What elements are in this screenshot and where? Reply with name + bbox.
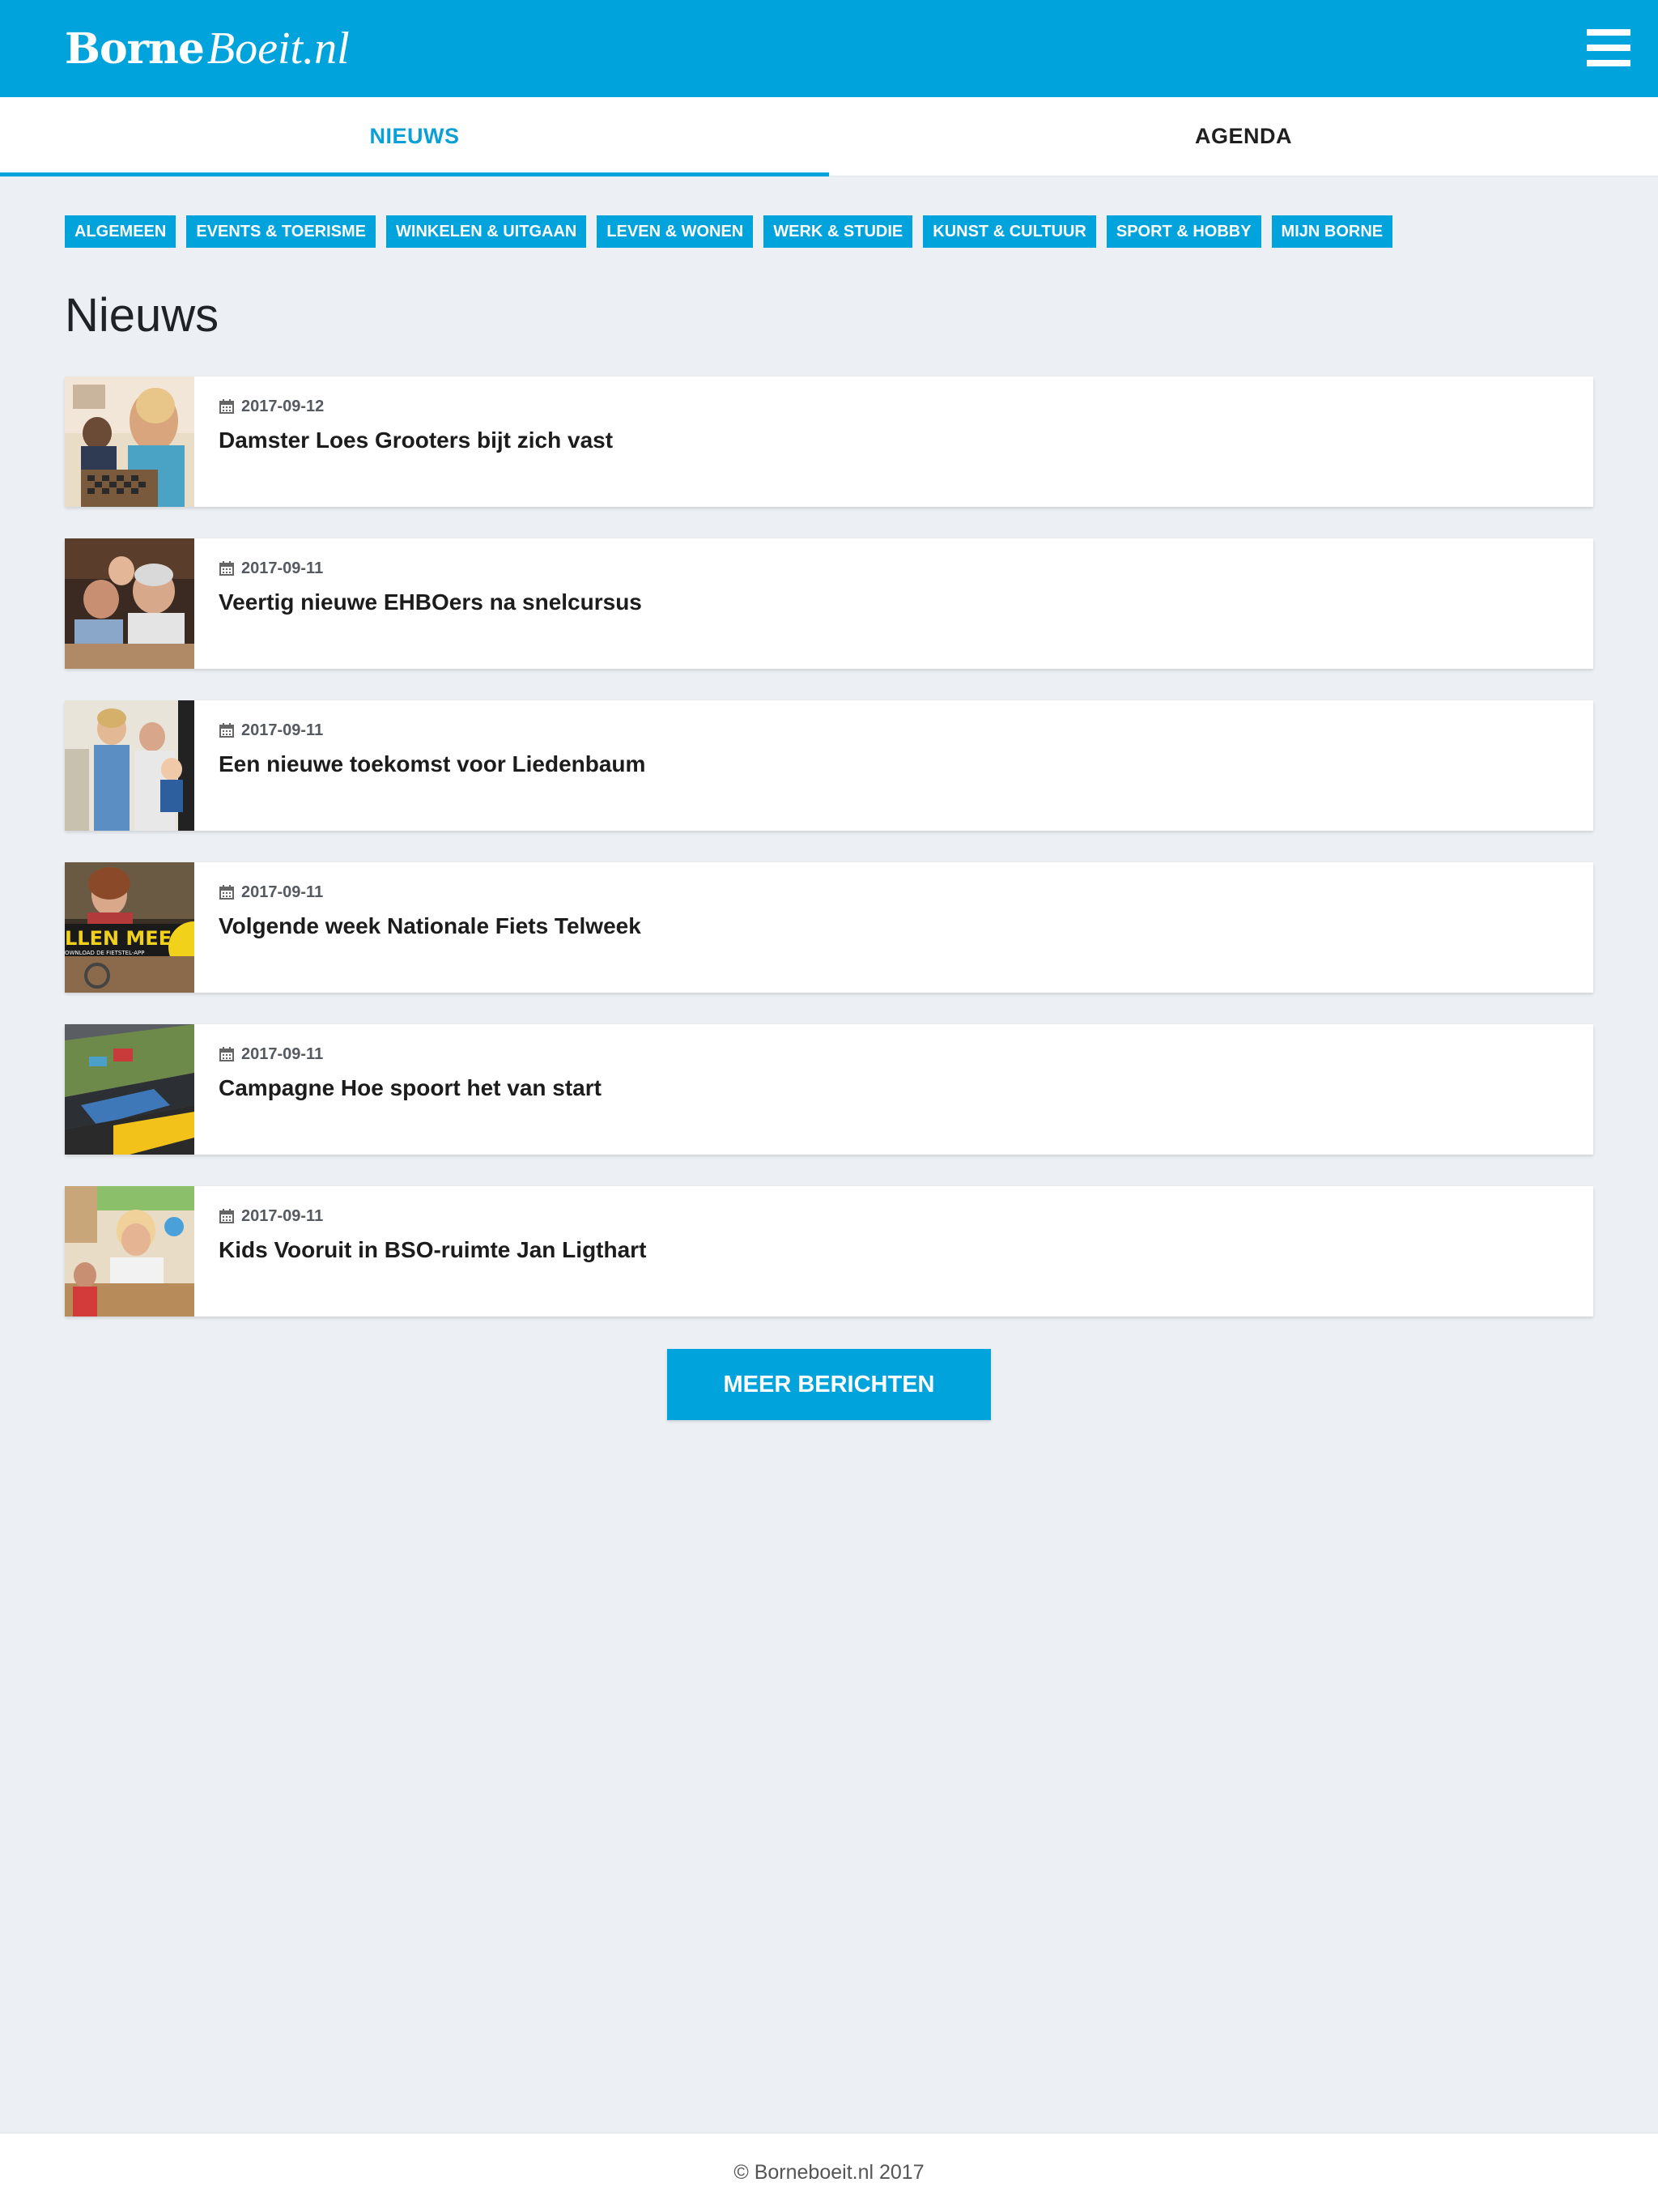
news-title[interactable]: Een nieuwe toekomst voor Liedenbaum <box>219 751 645 777</box>
news-item[interactable]: 2017-09-11 Een nieuwe toekomst voor Lied… <box>65 700 1593 831</box>
photo-family-icon <box>65 700 194 831</box>
photo-group-icon <box>65 538 194 669</box>
news-title[interactable]: Campagne Hoe spoort het van start <box>219 1075 602 1101</box>
news-date: 2017-09-11 <box>219 721 645 740</box>
news-body: 2017-09-11 Veertig nieuwe EHBOers na sne… <box>194 538 642 669</box>
category-tag-winkelen-uitgaan[interactable]: WINKELEN & UITGAAN <box>386 215 587 248</box>
news-item[interactable]: 2017-09-11 Kids Vooruit in BSO-ruimte Ja… <box>65 1186 1593 1317</box>
news-date: 2017-09-12 <box>219 397 613 416</box>
category-tag-events-toerisme[interactable]: EVENTS & TOERISME <box>186 215 376 248</box>
news-title[interactable]: Volgende week Nationale Fiets Telweek <box>219 913 641 939</box>
news-title[interactable]: Kids Vooruit in BSO-ruimte Jan Ligthart <box>219 1237 646 1263</box>
category-tag-sport-hobby[interactable]: SPORT & HOBBY <box>1106 215 1261 248</box>
news-date-text: 2017-09-12 <box>241 397 325 415</box>
category-tag-kunst-cultuur[interactable]: KUNST & CULTUUR <box>923 215 1096 248</box>
news-body: 2017-09-11 Volgende week Nationale Fiets… <box>194 862 641 993</box>
news-date-text: 2017-09-11 <box>241 1206 324 1225</box>
news-date: 2017-09-11 <box>219 883 641 902</box>
photo-cycling-icon: LLEN MEE OWNLOAD DE FIETSTEL-APP <box>65 862 194 993</box>
calendar-icon <box>219 398 235 415</box>
news-date-text: 2017-09-11 <box>241 721 324 739</box>
news-body: 2017-09-11 Kids Vooruit in BSO-ruimte Ja… <box>194 1186 646 1317</box>
news-date-text: 2017-09-11 <box>241 883 324 901</box>
category-tags: ALGEMEEN EVENTS & TOERISME WINKELEN & UI… <box>65 215 1393 248</box>
calendar-icon <box>219 560 235 576</box>
news-title[interactable]: Veertig nieuwe EHBOers na snelcursus <box>219 589 642 615</box>
news-date-text: 2017-09-11 <box>241 1044 324 1063</box>
hamburger-menu-icon[interactable] <box>1587 29 1630 66</box>
news-list: 2017-09-12 Damster Loes Grooters bijt zi… <box>65 376 1593 1348</box>
news-body: 2017-09-11 Campagne Hoe spoort het van s… <box>194 1024 602 1155</box>
calendar-icon <box>219 1046 235 1062</box>
more-posts-button[interactable]: MEER BERICHTEN <box>667 1349 991 1420</box>
tab-nieuws[interactable]: NIEUWS <box>0 97 829 177</box>
category-tag-werk-studie[interactable]: WERK & STUDIE <box>763 215 913 248</box>
tab-agenda[interactable]: AGENDA <box>829 97 1658 176</box>
site-logo[interactable]: Borne Boeit.nl <box>65 23 350 74</box>
news-item[interactable]: LLEN MEE OWNLOAD DE FIETSTEL-APP 2017-09… <box>65 862 1593 993</box>
photo-railway-icon <box>65 1024 194 1155</box>
logo-script-text: Boeit.nl <box>206 23 350 74</box>
copyright-text: © Borneboeit.nl 2017 <box>733 2161 925 2184</box>
calendar-icon <box>219 884 235 900</box>
news-item[interactable]: 2017-09-11 Campagne Hoe spoort het van s… <box>65 1024 1593 1155</box>
menu-bar-line <box>1587 29 1630 36</box>
news-date-text: 2017-09-11 <box>241 559 324 577</box>
news-body: 2017-09-11 Een nieuwe toekomst voor Lied… <box>194 700 645 831</box>
photo-checkers-icon <box>65 376 194 507</box>
footer: © Borneboeit.nl 2017 <box>0 2133 1658 2212</box>
category-tag-leven-wonen[interactable]: LEVEN & WONEN <box>597 215 754 248</box>
news-item[interactable]: 2017-09-12 Damster Loes Grooters bijt zi… <box>65 376 1593 507</box>
top-header: Borne Boeit.nl <box>0 0 1658 97</box>
thumb-banner-text: LLEN MEE <box>65 927 172 950</box>
tab-bar: NIEUWS AGENDA <box>0 97 1658 177</box>
page: Borne Boeit.nl NIEUWS AGENDA ALGEMEEN EV… <box>0 0 1658 2212</box>
news-title[interactable]: Damster Loes Grooters bijt zich vast <box>219 428 613 453</box>
news-body: 2017-09-12 Damster Loes Grooters bijt zi… <box>194 376 613 507</box>
news-date: 2017-09-11 <box>219 1044 602 1064</box>
thumb-banner-subtext: OWNLOAD DE FIETSTEL-APP <box>65 950 145 956</box>
category-tag-mijn-borne[interactable]: MIJN BORNE <box>1271 215 1393 248</box>
logo-main-text: Borne <box>65 24 205 74</box>
photo-classroom-icon <box>65 1186 194 1317</box>
news-item[interactable]: 2017-09-11 Veertig nieuwe EHBOers na sne… <box>65 538 1593 669</box>
news-date: 2017-09-11 <box>219 559 642 578</box>
calendar-icon <box>219 1208 235 1224</box>
page-title: Nieuws <box>65 289 219 342</box>
menu-bar-line <box>1587 45 1630 51</box>
menu-bar-line <box>1587 60 1630 66</box>
news-date: 2017-09-11 <box>219 1206 646 1226</box>
calendar-icon <box>219 722 235 738</box>
category-tag-algemeen[interactable]: ALGEMEEN <box>65 215 176 248</box>
